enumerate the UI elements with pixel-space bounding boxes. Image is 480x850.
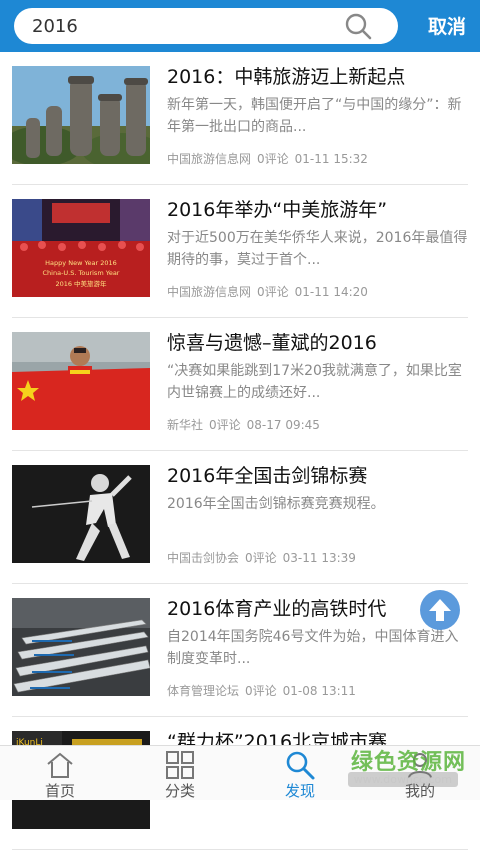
article-source: 中国击剑协会 <box>167 551 240 565</box>
article-meta: 中国击剑协会 0评论 03-11 13:39 <box>167 549 362 566</box>
article-time: 01-11 15:32 <box>294 152 368 166</box>
search-header: 取消 <box>0 0 480 52</box>
article-meta: 中国旅游信息网 0评论 01-11 15:32 <box>167 150 374 167</box>
article-meta: 新华社 0评论 08-17 09:45 <box>167 416 326 433</box>
article-description: 2016年全国击剑锦标赛竞赛规程。 <box>167 496 385 512</box>
comment-count: 0评论 <box>257 285 289 299</box>
athlete-flag-image <box>12 332 150 430</box>
comment-count: 0评论 <box>245 684 277 698</box>
tab-category[interactable]: 分类 <box>120 746 240 800</box>
watermark-url: www.downcc.com <box>347 772 458 787</box>
tab-home[interactable]: 首页 <box>0 746 120 800</box>
article-meta: 体育管理论坛 0评论 01-08 13:11 <box>167 682 362 699</box>
article-time: 08-17 09:45 <box>246 418 320 432</box>
list-item[interactable]: 惊喜与遗憾–董斌的2016 “决赛如果能跳到17米20我就满意了，如果比室内世锦… <box>12 318 468 451</box>
grid-icon <box>166 751 194 779</box>
article-title[interactable]: 2016：中韩旅游迈上新起点 <box>167 62 477 89</box>
high-speed-trains-image <box>12 598 150 696</box>
list-item[interactable]: 2016体育产业的高铁时代 自2014年国务院46号文件为始，中国体育进入制度变… <box>12 584 468 717</box>
banner-text-line1: Happy New Year 2016 <box>45 259 117 267</box>
article-description: 对于近500万在美华侨华人来说，2016年最值得期待的事，莫过于首个... <box>167 230 468 268</box>
list-item[interactable]: 2016：中韩旅游迈上新起点 新年第一天，韩国便开启了“与中国的缘分”：新年第一… <box>12 52 468 185</box>
search-box[interactable] <box>14 8 398 44</box>
article-source: 体育管理论坛 <box>167 684 240 698</box>
article-source: 中国旅游信息网 <box>167 152 252 166</box>
list-item[interactable]: 2016年全国击剑锦标赛 2016年全国击剑锦标赛竞赛规程。 中国击剑协会 0评论… <box>12 451 468 584</box>
comment-count: 0评论 <box>245 551 277 565</box>
search-icon[interactable] <box>344 12 372 40</box>
article-meta: 中国旅游信息网 0评论 01-11 14:20 <box>167 283 374 300</box>
comment-count: 0评论 <box>257 152 289 166</box>
list-item[interactable]: Happy New Year 2016 China-U.S. Tourism Y… <box>12 185 468 318</box>
scroll-to-top-button[interactable] <box>420 590 460 630</box>
cancel-button[interactable]: 取消 <box>428 12 466 39</box>
stone-statues-image <box>12 66 150 164</box>
article-time: 01-08 13:11 <box>282 684 356 698</box>
article-time: 01-11 14:20 <box>294 285 368 299</box>
arrow-up-icon <box>429 599 451 621</box>
search-input[interactable] <box>32 8 342 44</box>
article-description: “决赛如果能跳到17米20我就满意了，如果比室内世锦赛上的成绩还好... <box>167 363 462 401</box>
tab-label: 首页 <box>44 782 75 800</box>
fencer-image <box>12 465 150 563</box>
banner-text-line3: 2016 中美旅游年 <box>55 279 107 288</box>
article-title[interactable]: 惊喜与遗憾–董斌的2016 <box>167 328 477 355</box>
article-source: 新华社 <box>167 418 204 432</box>
article-time: 03-11 13:39 <box>282 551 356 565</box>
article-description: 自2014年国务院46号文件为始，中国体育进入制度变革时... <box>167 629 459 667</box>
article-list: 2016：中韩旅游迈上新起点 新年第一天，韩国便开启了“与中国的缘分”：新年第一… <box>0 52 480 850</box>
times-square-banner-image: Happy New Year 2016 China-U.S. Tourism Y… <box>12 199 150 297</box>
banner-text-line2: China-U.S. Tourism Year <box>43 269 120 277</box>
article-title[interactable]: 2016年全国击剑锦标赛 <box>167 461 477 488</box>
comment-count: 0评论 <box>209 418 241 432</box>
article-source: 中国旅游信息网 <box>167 285 252 299</box>
home-icon <box>47 752 73 778</box>
watermark: 绿色资源网 www.downcc.com <box>306 744 466 792</box>
tab-label: 分类 <box>164 782 195 800</box>
article-description: 新年第一天，韩国便开启了“与中国的缘分”：新年第一批出口的商品... <box>167 97 462 135</box>
article-title[interactable]: 2016年举办“中美旅游年” <box>167 195 477 222</box>
